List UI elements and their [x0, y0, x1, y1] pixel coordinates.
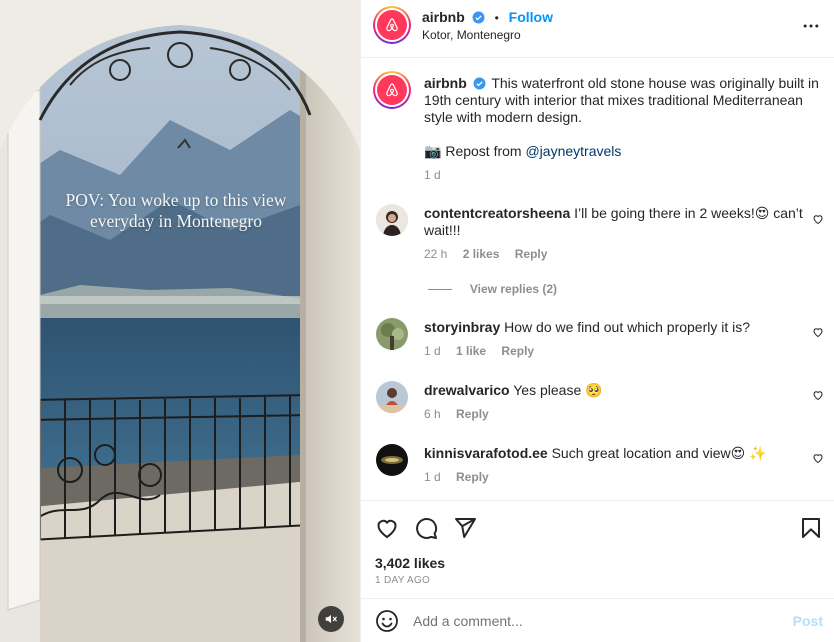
comment-likes[interactable]: 1 like [456, 344, 486, 358]
post-header: airbnb • Follow Kotor, Montenegro [361, 0, 834, 58]
repost-handle-link[interactable]: @jayneytravels [525, 143, 621, 159]
commenter-avatar[interactable] [376, 204, 408, 236]
reply-button[interactable]: Reply [501, 344, 534, 358]
likes-count[interactable]: 3,402 likes [375, 555, 445, 571]
replies-line [428, 288, 452, 290]
comment-item: storyinbray How do we find out which pro… [424, 319, 804, 360]
airbnb-logo-icon [386, 18, 398, 32]
comment-item: contentcreatorsheena I’ll be going there… [424, 205, 804, 263]
caption-username[interactable]: airbnb [424, 75, 467, 91]
comment-icon[interactable] [414, 516, 438, 540]
post-caption: airbnb This waterfront old stone house w… [424, 75, 824, 184]
repost-text: Repost from [445, 143, 522, 159]
person-photo-icon [376, 381, 408, 413]
author-avatar[interactable] [373, 6, 411, 44]
comment-text: How do we find out which properly it is? [504, 319, 751, 335]
ellipsis-icon[interactable] [801, 14, 821, 38]
commenter-avatar[interactable] [376, 444, 408, 476]
post-panel: airbnb • Follow Kotor, Montenegro airbnb… [360, 0, 834, 642]
reply-button[interactable]: Reply [456, 470, 489, 484]
comment-time: 22 h [424, 247, 448, 261]
comment-username[interactable]: kinnisvarafotod.ee [424, 445, 548, 461]
follow-button[interactable]: Follow [509, 9, 553, 25]
comment-time: 1 d [424, 470, 441, 484]
commenter-avatar[interactable] [376, 318, 408, 350]
view-replies[interactable]: View replies (2) [428, 280, 557, 296]
caption-time: 1 d [424, 168, 441, 182]
like-comment-icon[interactable] [812, 389, 824, 401]
comment-text: Yes please 🥺 [513, 382, 603, 398]
post-media[interactable]: POV: You woke up to this view everyday i… [0, 0, 360, 642]
like-comment-icon[interactable] [812, 213, 824, 225]
camera-emoji-icon: 📷 [424, 143, 442, 159]
media-overlay-text: POV: You woke up to this view everyday i… [65, 190, 287, 231]
comment-username[interactable]: storyinbray [424, 319, 500, 335]
reply-button[interactable]: Reply [515, 247, 548, 261]
comments-section[interactable]: airbnb This waterfront old stone house w… [361, 58, 834, 500]
share-icon[interactable] [453, 516, 477, 540]
verified-badge-icon [472, 11, 485, 24]
comment-item: drewalvarico Yes please 🥺 6 h Reply [424, 382, 804, 423]
airbnb-logo-icon [386, 83, 398, 97]
header-separator: • [494, 11, 499, 25]
mute-button[interactable] [318, 606, 344, 632]
comment-username[interactable]: drewalvarico [424, 382, 510, 398]
reply-button[interactable]: Reply [456, 407, 489, 421]
person-photo-icon [376, 204, 408, 236]
caption-avatar[interactable] [373, 71, 411, 109]
post-location[interactable]: Kotor, Montenegro [422, 28, 521, 42]
commenter-avatar[interactable] [376, 381, 408, 413]
author-username[interactable]: airbnb [422, 9, 465, 25]
post-age: 1 DAY AGO [375, 575, 431, 586]
verified-badge-icon [473, 77, 486, 90]
view-replies-label: View replies (2) [469, 282, 558, 296]
emoji-icon[interactable] [375, 609, 399, 633]
post-actions: 3,402 likes 1 DAY AGO [361, 500, 834, 596]
comment-time: 6 h [424, 407, 441, 421]
logo-photo-icon [376, 444, 408, 476]
post-button[interactable]: Post [793, 613, 823, 629]
like-comment-icon[interactable] [812, 452, 824, 464]
speaker-muted-icon [325, 614, 337, 624]
comment-input[interactable] [413, 610, 773, 632]
like-comment-icon[interactable] [812, 326, 824, 338]
add-comment-bar: Post [361, 598, 834, 642]
person-photo-icon [376, 318, 408, 350]
media-scene [0, 0, 360, 642]
heart-icon[interactable] [375, 516, 399, 540]
comment-likes[interactable]: 2 likes [463, 247, 500, 261]
comment-item: kinnisvarafotod.ee Such great location a… [424, 445, 804, 486]
comment-username[interactable]: contentcreatorsheena [424, 205, 570, 221]
comment-time: 1 d [424, 344, 441, 358]
bookmark-icon[interactable] [799, 516, 823, 540]
comment-text: Such great location and view😍 ✨ [551, 445, 767, 461]
